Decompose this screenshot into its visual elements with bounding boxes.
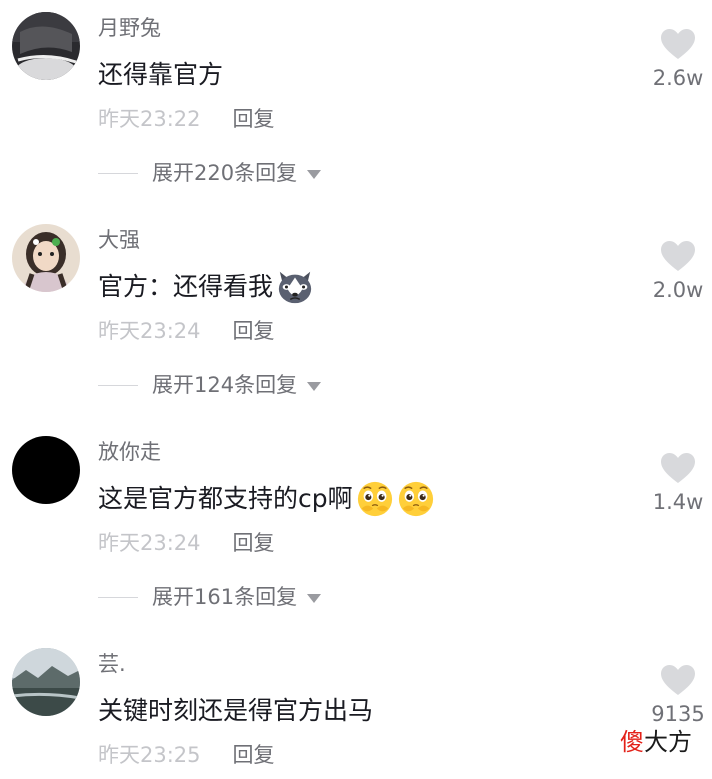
comment-time: 昨天23:24	[98, 531, 201, 555]
heart-icon	[661, 665, 695, 695]
username[interactable]: 月野兔	[98, 14, 161, 42]
comment-meta: 昨天23:25 回复	[98, 738, 275, 772]
comment-time: 昨天23:25	[98, 743, 201, 767]
like-count: 2.6w	[652, 66, 704, 90]
avatar-dark-photo-icon	[12, 12, 80, 80]
like-button[interactable]: 2.6w	[648, 28, 708, 92]
expand-replies-button[interactable]: 展开220条回复	[98, 156, 322, 190]
heart-icon	[661, 29, 695, 59]
comment-meta: 昨天23:24 回复	[98, 314, 275, 348]
comment-time: 昨天23:22	[98, 107, 201, 131]
comment-text-content: 官方：还得看我	[98, 272, 274, 301]
reply-button[interactable]: 回复	[233, 319, 275, 343]
reply-button[interactable]: 回复	[233, 107, 275, 131]
heart-icon	[661, 453, 695, 483]
expand-replies-label: 展开161条回复	[152, 585, 298, 609]
caret-down-icon	[307, 169, 322, 179]
reply-button[interactable]: 回复	[233, 743, 275, 767]
pleading-face-emoji-icon	[398, 481, 433, 517]
avatar-landscape-photo-icon	[12, 648, 80, 716]
comment-item: 芸. 关键时刻还是得官方出马 昨天23:25 回复 9135	[0, 636, 712, 779]
expand-replies-button[interactable]: 展开124条回复	[98, 368, 322, 402]
expand-replies-button[interactable]: 展开161条回复	[98, 580, 322, 614]
expand-replies-label: 展开220条回复	[152, 161, 298, 185]
avatar-girl-photo-icon	[12, 224, 80, 292]
reply-button[interactable]: 回复	[233, 531, 275, 555]
comment-text-content: 这是官方都支持的cp啊	[98, 484, 353, 513]
expand-divider	[98, 596, 138, 598]
comment-item: 放你走 这是官方都支持的cp啊 昨天23:24 回复 展开161条回复 1.4w	[0, 424, 712, 636]
comment-text: 还得靠官方	[98, 55, 223, 95]
watermark-part2: 大方	[644, 728, 692, 756]
comment-text: 这是官方都支持的cp啊	[98, 479, 435, 519]
comment-item: 大强 官方：还得看我 昨天23:24 回复 展开124条回复 2.0w	[0, 212, 712, 424]
watermark-part1: 傻	[620, 728, 644, 756]
like-button[interactable]: 2.0w	[648, 240, 708, 304]
like-button[interactable]: 9135	[648, 664, 708, 728]
avatar[interactable]	[12, 648, 80, 716]
like-button[interactable]: 1.4w	[648, 452, 708, 516]
like-count: 2.0w	[652, 278, 704, 302]
caret-down-icon	[307, 381, 322, 391]
like-count: 1.4w	[652, 490, 704, 514]
expand-divider	[98, 172, 138, 174]
comment-text: 关键时刻还是得官方出马	[98, 691, 373, 731]
expand-divider	[98, 384, 138, 386]
husky-face-emoji-icon	[278, 271, 312, 304]
comment-text-content: 还得靠官方	[98, 60, 224, 89]
caret-down-icon	[307, 593, 322, 603]
comment-text: 官方：还得看我	[98, 267, 314, 307]
comment-meta: 昨天23:24 回复	[98, 526, 275, 560]
comment-time: 昨天23:24	[98, 319, 201, 343]
watermark: 傻大方	[620, 727, 692, 757]
avatar[interactable]	[12, 12, 80, 80]
username[interactable]: 放你走	[98, 438, 161, 466]
heart-icon	[661, 241, 695, 271]
comment-text-content: 关键时刻还是得官方出马	[98, 696, 374, 725]
like-count: 9135	[651, 702, 705, 726]
comment-item: 月野兔 还得靠官方 昨天23:22 回复 展开220条回复 2.6w	[0, 0, 712, 212]
username[interactable]: 大强	[98, 226, 140, 254]
avatar-black-circle-icon	[12, 436, 80, 504]
expand-replies-label: 展开124条回复	[152, 373, 298, 397]
pleading-face-emoji-icon	[357, 481, 392, 517]
comment-meta: 昨天23:22 回复	[98, 102, 275, 136]
avatar[interactable]	[12, 224, 80, 292]
avatar[interactable]	[12, 436, 80, 504]
username[interactable]: 芸.	[98, 650, 126, 678]
